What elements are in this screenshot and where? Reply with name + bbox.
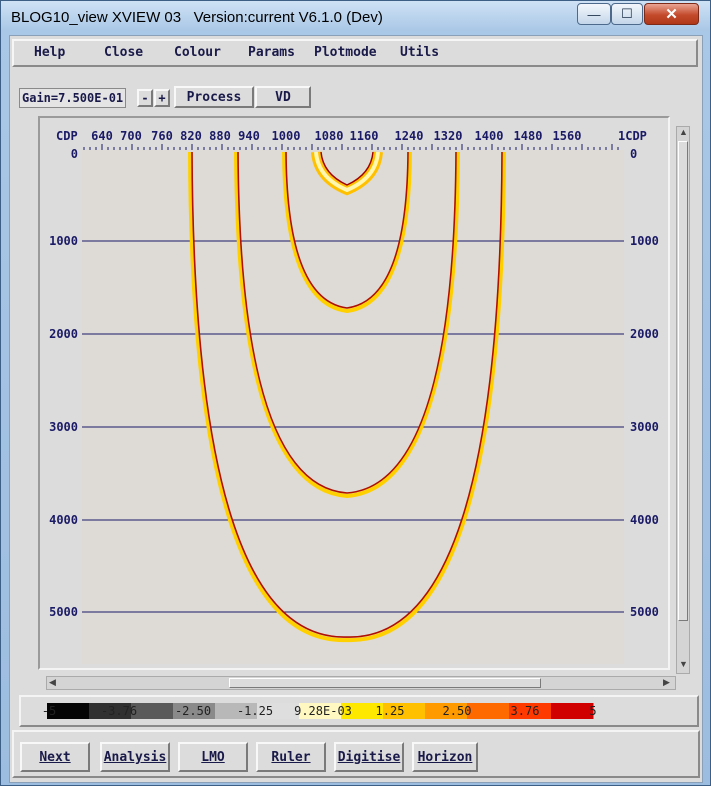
menu-colour[interactable]: Colour xyxy=(174,45,221,60)
time-tick-label-right: 3000 xyxy=(630,420,659,434)
window-title: BLOG10_view XVIEW 03 Version:current V6.… xyxy=(11,9,383,26)
cdp-tick-label: 820 xyxy=(180,129,202,143)
vertical-scrollbar[interactable]: ▲ ▼ xyxy=(676,126,690,674)
time-tick-label-left: 2000 xyxy=(49,327,78,341)
footer-button-bar: Next Analysis LMO Ruler Digitise Horizon xyxy=(12,730,700,778)
cdp-tick-label: 1160 xyxy=(350,129,379,143)
cdp-tick-label: 1000 xyxy=(272,129,301,143)
cdp-tick-label: 880 xyxy=(209,129,231,143)
cdp-tick-label: 1400 xyxy=(475,129,504,143)
colorbar-label: 1.25 xyxy=(376,704,405,718)
time-tick-label-right: 5000 xyxy=(630,605,659,619)
vd-button[interactable]: VD xyxy=(255,86,311,108)
cdp-tick-label: 1560 xyxy=(553,129,582,143)
horizontal-scrollbar[interactable]: ◀ ▶ xyxy=(46,676,676,690)
plot-area xyxy=(82,150,624,664)
menu-close[interactable]: Close xyxy=(104,45,143,60)
menu-plotmode[interactable]: Plotmode xyxy=(314,45,377,60)
colour-scale: -5 -3.76 -2.50 -1.25 9.28E-03 1.25 2.50 3.76 5 xyxy=(42,703,597,719)
ruler-button[interactable]: Ruler xyxy=(256,742,326,772)
horizon-button[interactable]: Horizon xyxy=(412,742,478,772)
horizontal-scroll-thumb[interactable] xyxy=(229,678,541,688)
process-button[interactable]: Process xyxy=(174,86,254,108)
analysis-button[interactable]: Analysis xyxy=(100,742,170,772)
cdp-axis-label-left: CDP xyxy=(56,129,78,143)
menu-bar: Help Close Colour Params Plotmode Utils xyxy=(12,39,698,67)
colorbar-label: 3.76 xyxy=(511,704,540,718)
app-window: BLOG10_view XVIEW 03 Version:current V6.… xyxy=(0,0,711,786)
title-bar[interactable]: BLOG10_view XVIEW 03 Version:current V6.… xyxy=(1,1,710,35)
colorbar-label: -1.25 xyxy=(237,704,273,718)
time-tick-label-right: 2000 xyxy=(630,327,659,341)
digitise-button[interactable]: Digitise xyxy=(334,742,404,772)
cdp-tick-label: 1240 xyxy=(395,129,424,143)
cdp-tick-label: 1480 xyxy=(514,129,543,143)
client-area: Help Close Colour Params Plotmode Utils … xyxy=(9,35,703,783)
time-tick-label-right: 0 xyxy=(630,147,637,161)
time-tick-label-left: 4000 xyxy=(49,513,78,527)
maximize-icon: ☐ xyxy=(621,6,633,21)
lmo-button[interactable]: LMO xyxy=(178,742,248,772)
next-button[interactable]: Next xyxy=(20,742,90,772)
colorbar-swatch xyxy=(131,703,174,719)
colorbar-label: 9.28E-03 xyxy=(294,704,352,718)
time-tick-label-left: 5000 xyxy=(49,605,78,619)
maximize-button[interactable]: ☐ xyxy=(611,3,643,25)
scroll-down-icon[interactable]: ▼ xyxy=(679,659,688,669)
cdp-tick-label: 760 xyxy=(151,129,173,143)
gain-increase-button[interactable]: + xyxy=(154,89,170,107)
seismic-plot[interactable]: CDP 1CDP 640 700 760 820 880 940 1000 1080 1160 1… xyxy=(40,118,668,668)
time-tick-label-left: 0 xyxy=(71,147,78,161)
close-window-button[interactable]: ✕ xyxy=(644,3,699,25)
cdp-tick-label: 700 xyxy=(120,129,142,143)
minimize-button[interactable]: — xyxy=(577,3,611,25)
cdp-tick-label: 640 xyxy=(91,129,113,143)
cdp-axis-label-right: 1CDP xyxy=(618,129,647,143)
vertical-scroll-thumb[interactable] xyxy=(678,141,688,621)
colorbar-label: -2.50 xyxy=(175,704,211,718)
cdp-axis: 640 700 760 820 880 940 1000 1080 1160 1240 1320 14… xyxy=(83,129,619,150)
cdp-tick-label: 1320 xyxy=(434,129,463,143)
time-tick-label-left: 1000 xyxy=(49,234,78,248)
gain-decrease-button[interactable]: - xyxy=(137,89,153,107)
colorbar-label: -3.76 xyxy=(101,704,137,718)
time-tick-label-right: 1000 xyxy=(630,234,659,248)
menu-utils[interactable]: Utils xyxy=(400,45,439,60)
menu-params[interactable]: Params xyxy=(248,45,295,60)
colorbar-frame: -5 -3.76 -2.50 -1.25 9.28E-03 1.25 2.50 3.76 5 xyxy=(19,695,699,727)
cdp-tick-label: 940 xyxy=(238,129,260,143)
colorbar-swatch xyxy=(551,703,594,719)
time-tick-label-right: 4000 xyxy=(630,513,659,527)
colorbar-label: 5 xyxy=(589,704,596,718)
scroll-up-icon[interactable]: ▲ xyxy=(679,127,688,137)
minimize-icon: — xyxy=(587,6,601,22)
time-tick-label-left: 3000 xyxy=(49,420,78,434)
colorbar-label: 2.50 xyxy=(443,704,472,718)
cdp-tick-label: 1080 xyxy=(315,129,344,143)
close-icon: ✕ xyxy=(665,6,678,23)
scroll-left-icon[interactable]: ◀ xyxy=(49,677,56,688)
colorbar-swatch xyxy=(467,703,510,719)
seismic-plot-frame: CDP 1CDP 640 700 760 820 880 940 1000 1080 1160 1… xyxy=(38,116,670,670)
colorbar-label: -5 xyxy=(42,704,56,718)
menu-help[interactable]: Help xyxy=(34,45,65,60)
gain-readout: Gain=7.500E-01 xyxy=(19,88,127,108)
scroll-right-icon[interactable]: ▶ xyxy=(663,677,670,688)
